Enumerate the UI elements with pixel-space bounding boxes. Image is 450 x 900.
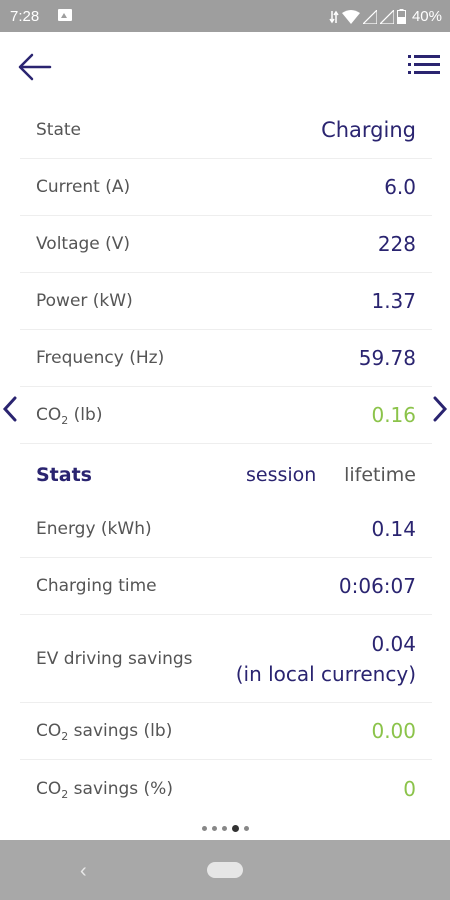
stats-lifetime-toggle[interactable]: lifetime — [344, 464, 416, 486]
battery-icon — [396, 9, 406, 24]
detail-label: CO2 (lb) — [36, 405, 103, 427]
top-bar — [0, 32, 450, 102]
nav-home-pill[interactable] — [207, 862, 243, 878]
stats-row-co2-savings-pct: CO2 savings (%) 0 — [20, 760, 432, 817]
detail-list: State Charging Current (A) 6.0 Voltage (… — [20, 102, 432, 817]
detail-label: Frequency (Hz) — [36, 348, 165, 368]
page-indicator — [0, 825, 450, 832]
signal-icon — [362, 9, 377, 24]
signal-icon-2 — [379, 9, 394, 24]
stats-session-toggle[interactable]: session — [246, 464, 316, 486]
data-transfer-icon — [329, 10, 339, 23]
detail-value: 59.78 — [358, 346, 416, 370]
detail-row-current: Current (A) 6.0 — [20, 159, 432, 216]
stats-value: 0.04 (in local currency) — [235, 631, 416, 686]
stats-label: EV driving savings — [36, 648, 193, 669]
system-nav-bar: ‹ — [0, 840, 450, 900]
detail-value: 1.37 — [371, 289, 416, 313]
chevron-right-icon[interactable] — [432, 396, 448, 422]
stats-header: Stats session lifetime — [20, 444, 432, 501]
page-dot — [221, 826, 227, 831]
detail-label: State — [36, 120, 81, 140]
stats-value: 0.14 — [371, 517, 416, 541]
status-time: 7:28 — [10, 8, 40, 25]
chevron-left-icon[interactable] — [2, 396, 18, 422]
stats-label: Energy (kWh) — [36, 519, 152, 539]
detail-value: 228 — [377, 232, 416, 256]
status-bar: 7:28 40% — [0, 0, 450, 32]
detail-row-voltage: Voltage (V) 228 — [20, 216, 432, 273]
image-notification-icon — [58, 9, 72, 21]
page-dot — [211, 826, 217, 831]
stats-label: CO2 savings (%) — [36, 778, 173, 801]
detail-label: Voltage (V) — [36, 234, 131, 254]
detail-row-frequency: Frequency (Hz) 59.78 — [20, 330, 432, 387]
stats-row-charging-time: Charging time 0:06:07 — [20, 558, 432, 615]
page-dot — [201, 826, 207, 831]
nav-back-icon[interactable]: ‹ — [80, 860, 87, 883]
detail-row-power: Power (kW) 1.37 — [20, 273, 432, 330]
page-dot — [231, 825, 239, 832]
stats-label: Charging time — [36, 576, 157, 596]
wifi-icon — [341, 9, 360, 24]
back-arrow-icon[interactable] — [16, 50, 54, 84]
detail-label: Current (A) — [36, 177, 131, 197]
stats-label: CO2 savings (lb) — [36, 721, 173, 743]
stats-row-ev-savings: EV driving savings 0.04 (in local curren… — [20, 615, 432, 703]
detail-row-co2: CO2 (lb) 0.16 — [20, 387, 432, 444]
stats-row-energy: Energy (kWh) 0.14 — [20, 501, 432, 558]
stats-title: Stats — [36, 464, 92, 486]
detail-value: 0.16 — [371, 403, 416, 427]
detail-value: 6.0 — [384, 175, 416, 199]
stats-value: 0 — [403, 776, 416, 801]
stats-row-co2-savings-lb: CO2 savings (lb) 0.00 — [20, 703, 432, 760]
detail-label: Power (kW) — [36, 291, 133, 311]
detail-value: Charging — [321, 118, 416, 142]
battery-percent: 40% — [411, 8, 442, 25]
stats-value: 0:06:07 — [338, 574, 416, 598]
list-menu-icon[interactable] — [408, 50, 440, 82]
status-icons: 40% — [329, 8, 442, 25]
stats-value: 0.00 — [371, 719, 416, 743]
detail-row-state: State Charging — [20, 102, 432, 159]
page-dot — [243, 826, 249, 831]
